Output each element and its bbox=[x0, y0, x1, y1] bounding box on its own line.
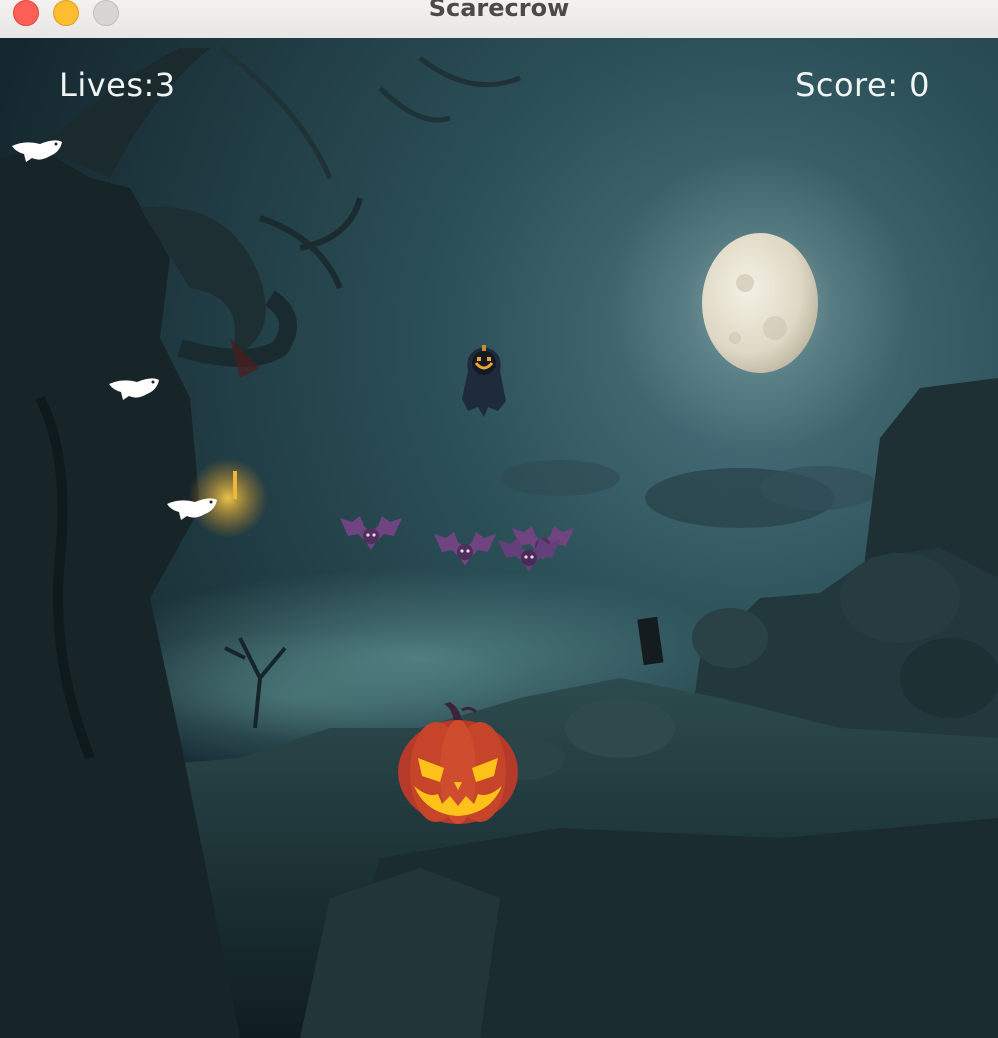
app-window: Scarecrow Lives:3 Score: 0 bbox=[0, 0, 998, 1038]
score-counter: Score: 0 bbox=[795, 66, 930, 104]
ghost-sprite bbox=[109, 378, 159, 400]
bat-sprite bbox=[434, 532, 496, 566]
title-bar: Scarecrow bbox=[0, 0, 998, 39]
hooded-pumpkin-sprite bbox=[462, 345, 506, 417]
bat-sprite bbox=[498, 538, 560, 572]
ghost-sprite bbox=[167, 498, 217, 520]
ghost-sprite bbox=[12, 140, 62, 162]
lives-counter: Lives:3 bbox=[59, 66, 176, 104]
game-canvas[interactable]: Lives:3 Score: 0 bbox=[0, 38, 998, 1038]
jack-o-lantern-sprite[interactable] bbox=[396, 702, 520, 826]
window-title: Scarecrow bbox=[428, 0, 570, 22]
moon bbox=[702, 233, 818, 373]
bat-sprite bbox=[340, 516, 402, 550]
